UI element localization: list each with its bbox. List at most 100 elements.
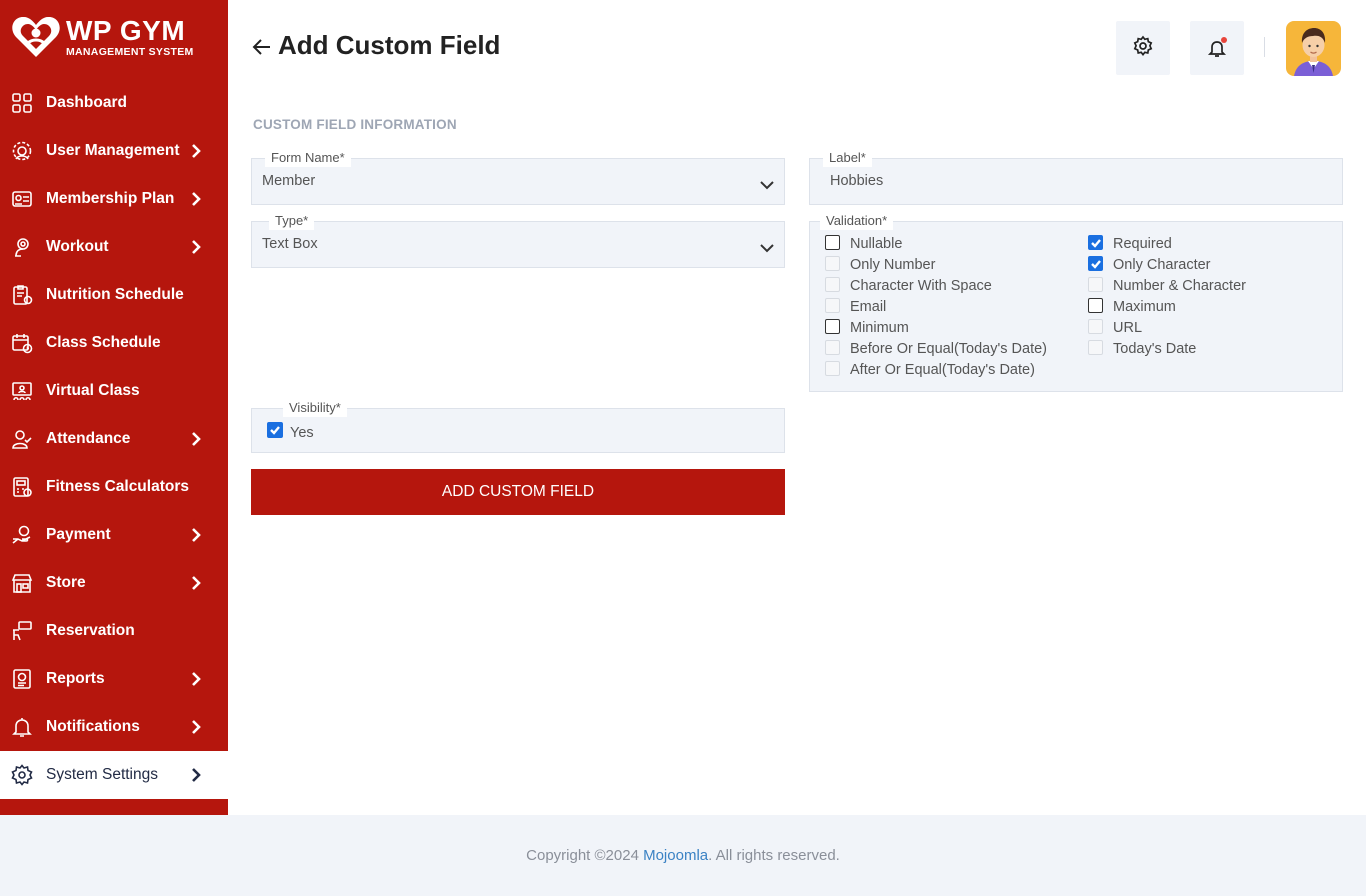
nutrition-clipboard-icon [11, 284, 33, 306]
sidebar-item-user-management[interactable]: User Management [0, 127, 228, 175]
sidebar-item-class-schedule[interactable]: Class Schedule [0, 319, 228, 367]
visibility-legend: Visibility* [283, 399, 347, 417]
label-input[interactable]: Label* Hobbies [809, 149, 1343, 205]
workout-icon [11, 236, 33, 258]
chevron-down-icon [760, 177, 774, 190]
store-icon [11, 572, 33, 594]
label-value: Hobbies [830, 173, 884, 189]
notifications-button[interactable] [1190, 21, 1244, 75]
validation-nullable-checkbox[interactable] [825, 235, 840, 250]
validation-option-label: Today's Date [1113, 341, 1197, 357]
sidebar-item-label: Workout [46, 238, 109, 255]
section-title: CUSTOM FIELD INFORMATION [253, 117, 457, 132]
bell-icon [1206, 37, 1228, 59]
sidebar-item-label: Dashboard [46, 94, 127, 111]
heart-logo-icon [10, 13, 62, 61]
sidebar-item-notifications[interactable]: Notifications [0, 703, 228, 751]
validation-only-number-checkbox [825, 256, 840, 271]
validation-today-s-date-checkbox [1088, 340, 1103, 355]
validation-required-checkbox[interactable] [1088, 235, 1103, 250]
back-arrow-icon[interactable] [252, 36, 272, 58]
chevron-right-icon [190, 431, 202, 447]
copyright-prefix: Copyright ©2024 [526, 847, 644, 864]
visibility-yes-checkbox[interactable] [267, 422, 283, 438]
sidebar-item-reports[interactable]: Reports [0, 655, 228, 703]
sidebar-item-system-settings[interactable]: System Settings [0, 751, 228, 799]
sidebar-item-virtual-class[interactable]: Virtual Class [0, 367, 228, 415]
add-custom-field-button[interactable]: ADD CUSTOM FIELD [251, 469, 785, 515]
footer: Copyright ©2024 Mojoomla. All rights res… [0, 815, 1366, 896]
sidebar-nav: Dashboard User Management Membership Pla… [0, 79, 228, 799]
notification-dot [1221, 37, 1227, 43]
sidebar-item-label: Reports [46, 670, 105, 687]
chevron-right-icon [190, 575, 202, 591]
avatar[interactable] [1286, 21, 1341, 76]
sidebar-item-label: Payment [46, 526, 111, 543]
dashboard-grid-icon [11, 92, 33, 114]
calculator-icon [11, 476, 33, 498]
sidebar-item-label: Membership Plan [46, 190, 175, 207]
validation-maximum-checkbox[interactable] [1088, 298, 1103, 313]
sidebar-item-label: Attendance [46, 430, 131, 447]
chevron-right-icon [190, 767, 202, 783]
payment-hand-icon [11, 524, 33, 546]
mojoomla-link[interactable]: Mojoomla [643, 847, 708, 864]
validation-group: Validation* Nullable Only Number Character… [809, 212, 1343, 392]
validation-option-label: Required [1113, 236, 1172, 252]
validation-option-label: Nullable [850, 236, 903, 252]
sidebar-item-nutrition-schedule[interactable]: Nutrition Schedule [0, 271, 228, 319]
chevron-right-icon [190, 143, 202, 159]
validation-minimum-checkbox[interactable] [825, 319, 840, 334]
sidebar-item-store[interactable]: Store [0, 559, 228, 607]
sidebar-item-reservation[interactable]: Reservation [0, 607, 228, 655]
sidebar-item-dashboard[interactable]: Dashboard [0, 79, 228, 127]
user-check-icon [11, 428, 33, 450]
label-legend: Label* [823, 149, 872, 167]
sidebar-item-fitness-calculators[interactable]: Fitness Calculators [0, 463, 228, 511]
copyright-suffix: . All rights reserved. [708, 847, 840, 864]
gear-icon [1132, 35, 1154, 62]
sidebar-item-membership-plan[interactable]: Membership Plan [0, 175, 228, 223]
chevron-right-icon [190, 191, 202, 207]
validation-before-or-equal-today-s-date-checkbox [825, 340, 840, 355]
sidebar-item-workout[interactable]: Workout [0, 223, 228, 271]
sidebar-item-label: Virtual Class [46, 382, 140, 399]
header-divider [1264, 37, 1265, 57]
sidebar-item-payment[interactable]: Payment [0, 511, 228, 559]
validation-after-or-equal-today-s-date-checkbox [825, 361, 840, 376]
validation-option-label: Email [850, 299, 887, 315]
chevron-right-icon [190, 719, 202, 735]
form-name-legend: Form Name* [265, 149, 351, 167]
visibility-group: Visibility* Yes [251, 399, 785, 453]
validation-url-checkbox [1088, 319, 1103, 334]
validation-option-label: URL [1113, 320, 1143, 336]
sidebar-item-label: System Settings [46, 766, 158, 783]
users-gear-icon [11, 140, 33, 162]
brand-logo[interactable]: WP GYM MANAGEMENT SYSTEM [10, 12, 220, 62]
validation-option-label: Before Or Equal(Today's Date) [850, 341, 1047, 357]
type-select[interactable]: Type* Text Box [251, 212, 785, 268]
virtual-class-icon [11, 380, 33, 402]
validation-option-label: Number & Character [1113, 278, 1246, 294]
validation-legend: Validation* [820, 212, 894, 230]
copyright-text: Copyright ©2024 Mojoomla. All rights res… [0, 847, 1366, 864]
validation-option-label: Maximum [1113, 299, 1176, 315]
bell-icon [11, 716, 33, 738]
validation-only-character-checkbox[interactable] [1088, 256, 1103, 271]
brand-subtitle: MANAGEMENT SYSTEM [66, 45, 194, 58]
reservation-icon [11, 620, 33, 642]
form-name-value: Member [262, 173, 316, 189]
sidebar-item-label: Fitness Calculators [46, 478, 189, 495]
type-legend: Type* [269, 212, 315, 230]
settings-button[interactable] [1116, 21, 1170, 75]
form-name-select[interactable]: Form Name* Member [251, 149, 785, 205]
validation-option-label: Only Character [1113, 257, 1211, 273]
brand-title: WP GYM [66, 14, 186, 46]
chevron-down-icon [760, 240, 774, 253]
chevron-right-icon [190, 239, 202, 255]
validation-number-character-checkbox [1088, 277, 1103, 292]
sidebar: WP GYM MANAGEMENT SYSTEM Dashboard User … [0, 0, 228, 815]
sidebar-item-label: Store [46, 574, 86, 591]
sidebar-item-attendance[interactable]: Attendance [0, 415, 228, 463]
chevron-right-icon [190, 671, 202, 687]
